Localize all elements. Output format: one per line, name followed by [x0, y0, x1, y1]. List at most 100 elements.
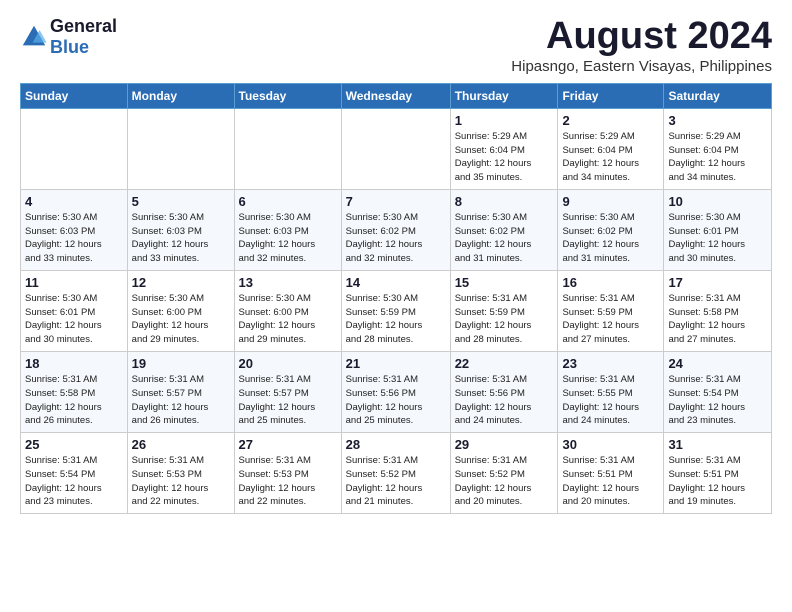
calendar-cell: 19 Sunrise: 5:31 AMSunset: 5:57 PMDayligh…: [127, 351, 234, 432]
day-info: Sunrise: 5:29 AMSunset: 6:04 PMDaylight:…: [455, 130, 554, 185]
day-number: 10: [668, 194, 767, 209]
calendar-cell: 24Sunrise: 5:31 AMSunset: 5:54 PMDayligh…: [664, 351, 772, 432]
day-info: Sunrise: 5:31 AMSunset: 5:57 PMDaylight:…: [239, 373, 337, 428]
col-thursday: Thursday: [450, 83, 558, 108]
day-number: 7: [346, 194, 446, 209]
day-info: Sunrise: 5:30 AMSunset: 6:02 PMDaylight:…: [346, 211, 446, 266]
calendar-cell: 1 Sunrise: 5:29 AMSunset: 6:04 PMDaylight…: [450, 108, 558, 189]
calendar-cell: 2 Sunrise: 5:29 AMSunset: 6:04 PMDaylight…: [558, 108, 664, 189]
day-info: Sunrise: 5:31 AMSunset: 5:57 PMDaylight:…: [132, 373, 230, 428]
calendar-cell: 11 Sunrise: 5:30 AMSunset: 6:01 PMDayligh…: [21, 270, 128, 351]
day-info: Sunrise: 5:31 AMSunset: 5:54 PMDaylight:…: [668, 373, 767, 428]
calendar-cell: [341, 108, 450, 189]
day-info: Sunrise: 5:31 AMSunset: 5:58 PMDaylight:…: [25, 373, 123, 428]
calendar-cell: 4Sunrise: 5:30 AMSunset: 6:03 PMDaylight…: [21, 189, 128, 270]
day-number: 27: [239, 437, 337, 452]
calendar-subtitle: Hipasngo, Eastern Visayas, Philippines: [511, 58, 772, 75]
day-number: 30: [562, 437, 659, 452]
day-number: 11: [25, 275, 123, 290]
calendar-cell: 31Sunrise: 5:31 AMSunset: 5:51 PMDayligh…: [664, 433, 772, 514]
day-number: 19: [132, 356, 230, 371]
logo-blue: Blue: [50, 37, 117, 58]
day-info: Sunrise: 5:30 AMSunset: 6:01 PMDaylight:…: [668, 211, 767, 266]
day-info: Sunrise: 5:30 AMSunset: 6:03 PMDaylight:…: [132, 211, 230, 266]
day-info: Sunrise: 5:30 AMSunset: 6:01 PMDaylight:…: [25, 292, 123, 347]
day-number: 1: [455, 113, 554, 128]
calendar-cell: 17 Sunrise: 5:31 AMSunset: 5:58 PMDayligh…: [664, 270, 772, 351]
day-info: Sunrise: 5:31 AMSunset: 5:56 PMDaylight:…: [455, 373, 554, 428]
calendar-cell: 25 Sunrise: 5:31 AMSunset: 5:54 PMDayligh…: [21, 433, 128, 514]
day-info: Sunrise: 5:31 AMSunset: 5:51 PMDaylight:…: [562, 454, 659, 509]
day-number: 4: [25, 194, 123, 209]
calendar-week-1: 1 Sunrise: 5:29 AMSunset: 6:04 PMDaylight…: [21, 108, 772, 189]
day-info: Sunrise: 5:30 AMSunset: 6:00 PMDaylight:…: [239, 292, 337, 347]
day-info: Sunrise: 5:31 AMSunset: 5:55 PMDaylight:…: [562, 373, 659, 428]
day-number: 15: [455, 275, 554, 290]
calendar-cell: 6 Sunrise: 5:30 AMSunset: 6:03 PMDaylight…: [234, 189, 341, 270]
day-number: 20: [239, 356, 337, 371]
day-info: Sunrise: 5:31 AMSunset: 5:58 PMDaylight:…: [668, 292, 767, 347]
day-number: 17: [668, 275, 767, 290]
day-info: Sunrise: 5:31 AMSunset: 5:53 PMDaylight:…: [239, 454, 337, 509]
day-info: Sunrise: 5:29 AMSunset: 6:04 PMDaylight:…: [562, 130, 659, 185]
day-info: Sunrise: 5:29 AMSunset: 6:04 PMDaylight:…: [668, 130, 767, 185]
calendar-cell: 3 Sunrise: 5:29 AMSunset: 6:04 PMDaylight…: [664, 108, 772, 189]
calendar-cell: 27 Sunrise: 5:31 AMSunset: 5:53 PMDayligh…: [234, 433, 341, 514]
calendar-cell: 7 Sunrise: 5:30 AMSunset: 6:02 PMDaylight…: [341, 189, 450, 270]
day-number: 31: [668, 437, 767, 452]
col-wednesday: Wednesday: [341, 83, 450, 108]
calendar-week-3: 11 Sunrise: 5:30 AMSunset: 6:01 PMDayligh…: [21, 270, 772, 351]
calendar-cell: [21, 108, 128, 189]
day-info: Sunrise: 5:30 AMSunset: 5:59 PMDaylight:…: [346, 292, 446, 347]
day-info: Sunrise: 5:30 AMSunset: 6:02 PMDaylight:…: [455, 211, 554, 266]
day-number: 21: [346, 356, 446, 371]
day-info: Sunrise: 5:30 AMSunset: 6:00 PMDaylight:…: [132, 292, 230, 347]
col-monday: Monday: [127, 83, 234, 108]
calendar-cell: 21 Sunrise: 5:31 AMSunset: 5:56 PMDayligh…: [341, 351, 450, 432]
day-number: 8: [455, 194, 554, 209]
calendar-week-4: 18 Sunrise: 5:31 AMSunset: 5:58 PMDayligh…: [21, 351, 772, 432]
calendar-title: August 2024: [511, 16, 772, 58]
day-info: Sunrise: 5:31 AMSunset: 5:54 PMDaylight:…: [25, 454, 123, 509]
col-saturday: Saturday: [664, 83, 772, 108]
day-info: Sunrise: 5:31 AMSunset: 5:52 PMDaylight:…: [346, 454, 446, 509]
day-number: 16: [562, 275, 659, 290]
day-number: 12: [132, 275, 230, 290]
page-container: General Blue August 2024 Hipasngo, Easte…: [0, 0, 792, 530]
col-friday: Friday: [558, 83, 664, 108]
calendar-cell: 16Sunrise: 5:31 AMSunset: 5:59 PMDayligh…: [558, 270, 664, 351]
day-number: 3: [668, 113, 767, 128]
calendar-cell: 15 Sunrise: 5:31 AMSunset: 5:59 PMDayligh…: [450, 270, 558, 351]
logo-general: General: [50, 16, 117, 37]
calendar-cell: [127, 108, 234, 189]
day-number: 5: [132, 194, 230, 209]
day-number: 14: [346, 275, 446, 290]
day-info: Sunrise: 5:30 AMSunset: 6:03 PMDaylight:…: [239, 211, 337, 266]
calendar-cell: 14 Sunrise: 5:30 AMSunset: 5:59 PMDayligh…: [341, 270, 450, 351]
calendar-cell: 28 Sunrise: 5:31 AMSunset: 5:52 PMDayligh…: [341, 433, 450, 514]
day-number: 13: [239, 275, 337, 290]
day-number: 26: [132, 437, 230, 452]
calendar-cell: 29 Sunrise: 5:31 AMSunset: 5:52 PMDayligh…: [450, 433, 558, 514]
calendar-cell: 5 Sunrise: 5:30 AMSunset: 6:03 PMDaylight…: [127, 189, 234, 270]
day-number: 29: [455, 437, 554, 452]
calendar-cell: 9Sunrise: 5:30 AMSunset: 6:02 PMDaylight…: [558, 189, 664, 270]
logo: General Blue: [20, 16, 117, 57]
logo-icon: [20, 23, 48, 51]
calendar-cell: 10 Sunrise: 5:30 AMSunset: 6:01 PMDayligh…: [664, 189, 772, 270]
title-block: August 2024 Hipasngo, Eastern Visayas, P…: [511, 16, 772, 75]
day-number: 6: [239, 194, 337, 209]
day-number: 22: [455, 356, 554, 371]
day-number: 25: [25, 437, 123, 452]
calendar-cell: 18 Sunrise: 5:31 AMSunset: 5:58 PMDayligh…: [21, 351, 128, 432]
day-number: 2: [562, 113, 659, 128]
day-number: 18: [25, 356, 123, 371]
day-info: Sunrise: 5:31 AMSunset: 5:56 PMDaylight:…: [346, 373, 446, 428]
day-info: Sunrise: 5:31 AMSunset: 5:59 PMDaylight:…: [455, 292, 554, 347]
day-number: 28: [346, 437, 446, 452]
day-info: Sunrise: 5:31 AMSunset: 5:52 PMDaylight:…: [455, 454, 554, 509]
calendar-week-5: 25 Sunrise: 5:31 AMSunset: 5:54 PMDayligh…: [21, 433, 772, 514]
calendar-cell: 22 Sunrise: 5:31 AMSunset: 5:56 PMDayligh…: [450, 351, 558, 432]
header: General Blue August 2024 Hipasngo, Easte…: [20, 16, 772, 75]
day-info: Sunrise: 5:30 AMSunset: 6:02 PMDaylight:…: [562, 211, 659, 266]
